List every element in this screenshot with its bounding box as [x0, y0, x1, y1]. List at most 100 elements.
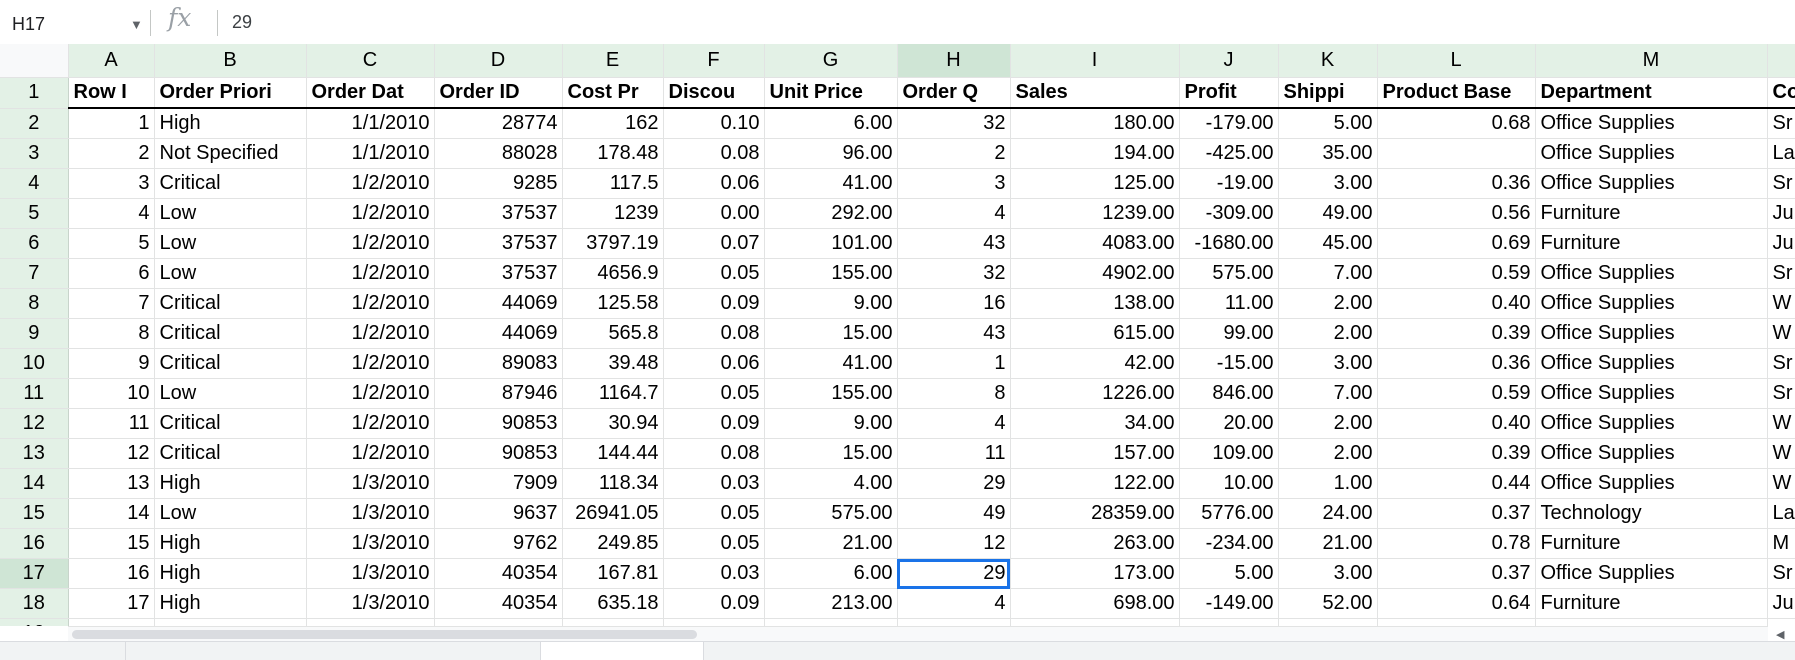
cell-L16[interactable]: 0.78	[1377, 528, 1536, 559]
cell-I19[interactable]	[1010, 618, 1180, 626]
cell-L14[interactable]: 0.44	[1377, 468, 1536, 499]
cell-G8[interactable]: 9.00	[764, 288, 898, 319]
cell-H6[interactable]: 43	[897, 228, 1011, 259]
row-header-18[interactable]: 18	[0, 588, 69, 619]
cell-D17[interactable]: 40354	[434, 558, 563, 589]
sheet-tab[interactable]	[540, 642, 704, 660]
cell-B4[interactable]: Critical	[154, 168, 307, 199]
cell-J10[interactable]: -15.00	[1179, 348, 1279, 379]
cell-L10[interactable]: 0.36	[1377, 348, 1536, 379]
column-header-G[interactable]: G	[764, 44, 898, 78]
cell-K14[interactable]: 1.00	[1278, 468, 1378, 499]
column-header-L[interactable]: L	[1377, 44, 1536, 78]
cell-D11[interactable]: 87946	[434, 378, 563, 409]
cell-F7[interactable]: 0.05	[663, 258, 765, 289]
cell-I6[interactable]: 4083.00	[1010, 228, 1180, 259]
cell-H15[interactable]: 49	[897, 498, 1011, 529]
cell-E14[interactable]: 118.34	[562, 468, 664, 499]
cell-D6[interactable]: 37537	[434, 228, 563, 259]
cell-I18[interactable]: 698.00	[1010, 588, 1180, 619]
column-header-C[interactable]: C	[306, 44, 435, 78]
cell-M5[interactable]: Furniture	[1535, 198, 1768, 229]
cell-G17[interactable]: 6.00	[764, 558, 898, 589]
cell-G19[interactable]	[764, 618, 898, 626]
column-header-A[interactable]: A	[68, 44, 155, 78]
cell-H17[interactable]: 29	[897, 558, 1011, 589]
cell-N14[interactable]: W	[1767, 468, 1795, 499]
cell-J13[interactable]: 109.00	[1179, 438, 1279, 469]
cell-M17[interactable]: Office Supplies	[1535, 558, 1768, 589]
cell-A11[interactable]: 10	[68, 378, 155, 409]
cell-G5[interactable]: 292.00	[764, 198, 898, 229]
cell-F10[interactable]: 0.06	[663, 348, 765, 379]
cell-B14[interactable]: High	[154, 468, 307, 499]
row-header-17[interactable]: 17	[0, 558, 69, 589]
cell-N11[interactable]: Sr	[1767, 378, 1795, 409]
cell-J2[interactable]: -179.00	[1179, 108, 1279, 139]
cell-A16[interactable]: 15	[68, 528, 155, 559]
cell-J11[interactable]: 846.00	[1179, 378, 1279, 409]
cell-L4[interactable]: 0.36	[1377, 168, 1536, 199]
cell-J19[interactable]	[1179, 618, 1279, 626]
select-all-corner[interactable]	[0, 44, 69, 78]
cell-L17[interactable]: 0.37	[1377, 558, 1536, 589]
cell-K11[interactable]: 7.00	[1278, 378, 1378, 409]
cell-D10[interactable]: 89083	[434, 348, 563, 379]
cell-F17[interactable]: 0.03	[663, 558, 765, 589]
cell-A7[interactable]: 6	[68, 258, 155, 289]
row-header-2[interactable]: 2	[0, 108, 69, 139]
cell-D19[interactable]	[434, 618, 563, 626]
cell-N8[interactable]: W	[1767, 288, 1795, 319]
cell-C18[interactable]: 1/3/2010	[306, 588, 435, 619]
chevron-down-icon[interactable]: ▼	[130, 17, 143, 32]
row-header-19[interactable]: 19	[0, 618, 69, 626]
cell-M14[interactable]: Office Supplies	[1535, 468, 1768, 499]
cell-K4[interactable]: 3.00	[1278, 168, 1378, 199]
cell-N10[interactable]: Sr	[1767, 348, 1795, 379]
cell-J17[interactable]: 5.00	[1179, 558, 1279, 589]
cell-E17[interactable]: 167.81	[562, 558, 664, 589]
cell-F6[interactable]: 0.07	[663, 228, 765, 259]
cell-I14[interactable]: 122.00	[1010, 468, 1180, 499]
row-header-5[interactable]: 5	[0, 198, 69, 229]
column-header-I[interactable]: I	[1010, 44, 1180, 78]
cell-L7[interactable]: 0.59	[1377, 258, 1536, 289]
cell-H9[interactable]: 43	[897, 318, 1011, 349]
cell-H19[interactable]	[897, 618, 1011, 626]
cell-B5[interactable]: Low	[154, 198, 307, 229]
horizontal-scrollbar[interactable]	[68, 626, 1768, 641]
cell-G7[interactable]: 155.00	[764, 258, 898, 289]
cell-A15[interactable]: 14	[68, 498, 155, 529]
cell-A2[interactable]: 1	[68, 108, 155, 139]
cell-H12[interactable]: 4	[897, 408, 1011, 439]
cell-A12[interactable]: 11	[68, 408, 155, 439]
cell-J5[interactable]: -309.00	[1179, 198, 1279, 229]
cell-B15[interactable]: Low	[154, 498, 307, 529]
cell-N1[interactable]: Co	[1767, 77, 1795, 109]
cell-A1[interactable]: Row I	[68, 77, 155, 109]
cell-E19[interactable]	[562, 618, 664, 626]
cell-J8[interactable]: 11.00	[1179, 288, 1279, 319]
cell-M15[interactable]: Technology	[1535, 498, 1768, 529]
cell-D18[interactable]: 40354	[434, 588, 563, 619]
cell-C7[interactable]: 1/2/2010	[306, 258, 435, 289]
cell-N18[interactable]: Ju	[1767, 588, 1795, 619]
cell-L2[interactable]: 0.68	[1377, 108, 1536, 139]
cell-I12[interactable]: 34.00	[1010, 408, 1180, 439]
cell-J15[interactable]: 5776.00	[1179, 498, 1279, 529]
row-header-7[interactable]: 7	[0, 258, 69, 289]
cell-E7[interactable]: 4656.9	[562, 258, 664, 289]
cell-E8[interactable]: 125.58	[562, 288, 664, 319]
cell-A3[interactable]: 2	[68, 138, 155, 169]
cell-D14[interactable]: 7909	[434, 468, 563, 499]
cell-C5[interactable]: 1/2/2010	[306, 198, 435, 229]
cell-I7[interactable]: 4902.00	[1010, 258, 1180, 289]
cell-C17[interactable]: 1/3/2010	[306, 558, 435, 589]
cell-K8[interactable]: 2.00	[1278, 288, 1378, 319]
cell-F8[interactable]: 0.09	[663, 288, 765, 319]
cell-I17[interactable]: 173.00	[1010, 558, 1180, 589]
caret-left-icon[interactable]: ◀	[1776, 628, 1784, 641]
cell-H4[interactable]: 3	[897, 168, 1011, 199]
cell-K15[interactable]: 24.00	[1278, 498, 1378, 529]
cell-E16[interactable]: 249.85	[562, 528, 664, 559]
